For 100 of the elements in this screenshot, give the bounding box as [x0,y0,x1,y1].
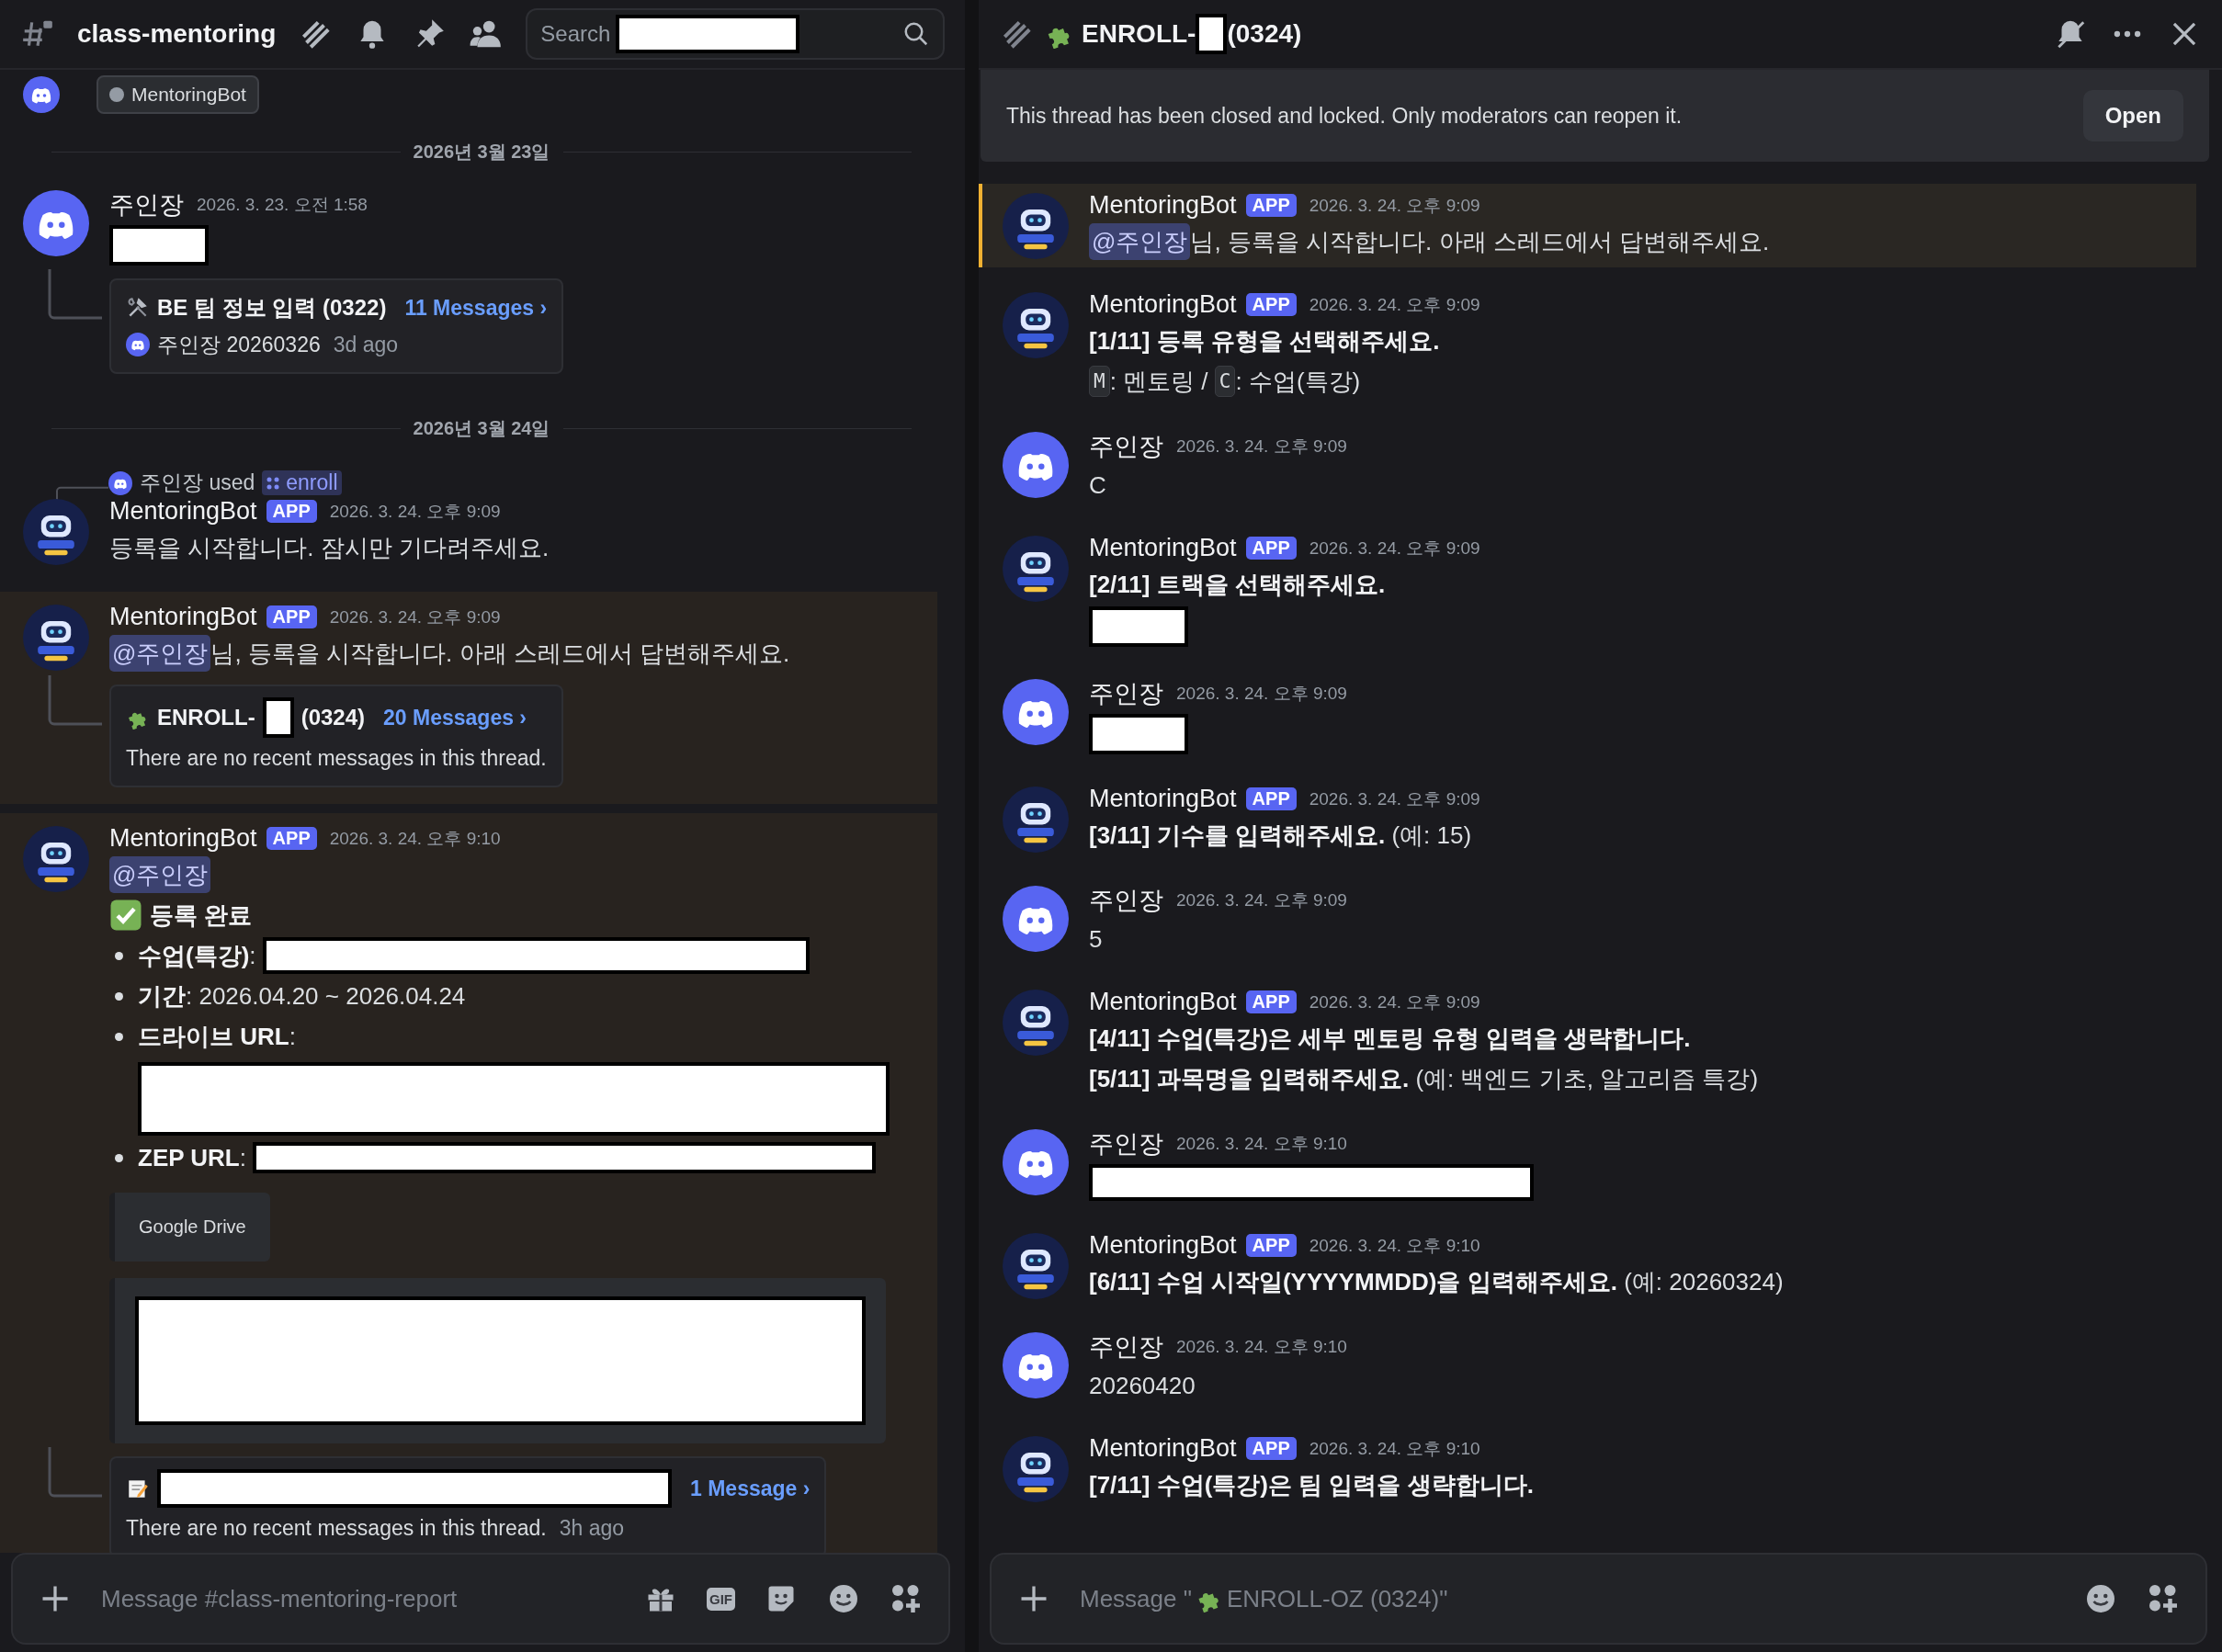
check-icon [109,899,142,932]
channel-name: class-mentoring [77,19,277,49]
message-text: [7/11] 수업(특강)은 팀 입력을 생략합니다. [1089,1470,1534,1500]
app-tag: APP [1245,990,1297,1013]
app-tag: APP [1245,537,1297,560]
redacted-block [1196,14,1228,54]
user-avatar [108,470,132,495]
robot-avatar-icon [23,826,89,892]
thread-preview: 주인장 20260326 [157,332,321,358]
apps-icon [266,475,281,491]
app-tag: APP [1245,787,1297,810]
timestamp: 2026. 3. 24. 오후 9:10 [1176,1133,1347,1155]
author-name[interactable]: 주인장 [109,188,184,221]
user-avatar [1003,886,1069,952]
app-tag: APP [1245,1437,1297,1460]
bullet-dot [115,992,123,1001]
message-text: 등록 완료 [150,900,253,931]
app-tag: APP [1245,194,1297,217]
thread-link[interactable]: 20 Messages › [383,701,527,734]
robot-avatar-icon [1003,1233,1069,1299]
thread-card[interactable]: BE 팀 정보 입력 (0322) 11 Messages › 주인장 20260326 3d ago [109,278,564,374]
user-mention[interactable]: @주인장 [1089,223,1191,260]
thread-link[interactable]: 11 Messages › [404,291,548,324]
timestamp: 2026. 3. 24. 오후 9:09 [1309,787,1480,810]
thread-card[interactable]: ENROLL- (0324) 20 Messages › There are no recent messages in this thread. [109,685,563,787]
message-field[interactable]: Message " ENROLL-OZ (0324)" [990,1553,2207,1645]
bullet-dot [115,952,123,960]
emoji-icon[interactable] [2084,1582,2117,1615]
robot-avatar-icon [1003,536,1069,602]
emoji-icon[interactable] [827,1582,860,1615]
inline-code: M [1089,366,1110,397]
author-name[interactable]: MentoringBot [1089,191,1237,220]
thread-age: 3d ago [333,332,399,358]
author-name[interactable]: MentoringBot [109,497,257,526]
timestamp: 2026. 3. 24. 오후 9:10 [1176,1336,1347,1358]
thread-age: 3h ago [559,1515,625,1542]
bot-chip[interactable]: MentoringBot [96,75,259,114]
timestamp: 2026. 3. 24. 오후 9:09 [1309,194,1480,217]
search-field[interactable]: Search [526,8,945,60]
robot-avatar-icon [1003,990,1069,1056]
message-text: 드라이브 URL [138,1022,289,1052]
thread-card[interactable]: 1 Message › There are no recent messages in this thread. 3h ago [109,1456,827,1553]
timestamp: 2026. 3. 24. 오후 9:09 [329,500,501,523]
user-avatar [126,333,150,356]
message-text: 기간 [138,981,186,1012]
user-avatar [1003,432,1069,498]
user-mention[interactable]: @주인장 [109,635,211,672]
app-tag: APP [266,827,317,850]
thread-connector [47,675,102,727]
user-avatar [1003,1129,1069,1195]
command-link[interactable]: enroll [262,470,342,495]
message-text: 님, 등록을 시작합니다. 아래 스레드에서 답변해주세요. [210,639,790,669]
thread-connector [47,1447,102,1499]
message-text: Google Drive [139,1216,246,1238]
placeholder-text: ENROLL-OZ (0324)" [1226,1584,1448,1613]
robot-avatar-icon [23,499,89,565]
message-text: : 멘토링 / [1109,367,1209,397]
app-tag: APP [266,605,317,628]
author-name[interactable]: MentoringBot [1089,785,1237,813]
message-text: BE 팀 정보 입력 (0322) [157,294,387,322]
thread-title: ENROLL- [1082,19,1196,49]
author-name[interactable]: 주인장 [1089,1330,1163,1363]
author-name[interactable]: 주인장 [1089,677,1163,710]
open-button[interactable]: Open [2082,90,2183,141]
author-name[interactable]: MentoringBot [1089,1231,1237,1260]
author-name[interactable]: MentoringBot [109,603,257,631]
robot-avatar-icon [1003,193,1069,259]
message-text: 20260420 [1089,1371,1196,1401]
author-name[interactable]: 주인장 [1089,430,1163,463]
message-text: C [1089,470,1106,501]
user-mention[interactable]: @주인장 [109,856,211,893]
robot-avatar-icon [1003,292,1069,358]
message-text: [4/11] 수업(특강)은 세부 멘토링 유형 입력을 생략합니다. [1089,1024,1691,1054]
thread-link[interactable]: 1 Message › [690,1472,811,1505]
timestamp: 2026. 3. 24. 오후 9:09 [1309,293,1480,316]
author-name[interactable]: MentoringBot [1089,534,1237,562]
author-name[interactable]: 주인장 [1089,884,1163,917]
date-divider: 2026년 3월 23일 [413,141,550,164]
placeholder-text: Message " [1080,1584,1192,1613]
gif-button[interactable]: GIF [707,1587,735,1611]
author-name[interactable]: MentoringBot [1089,290,1237,319]
message-text: : [289,1022,296,1052]
timestamp: 2026. 3. 24. 오후 9:09 [1309,537,1480,560]
author-name[interactable]: 주인장 [1089,1127,1163,1160]
author-name[interactable]: MentoringBot [109,824,257,853]
message-field[interactable]: Message #class-mentoring-report GIF [11,1553,950,1645]
timestamp: 2026. 3. 24. 오후 9:09 [1176,889,1347,911]
message-text: [2/11] 트랙을 선택해주세요. [1089,570,1386,600]
robot-avatar-icon [1003,1436,1069,1502]
thread-connector [47,269,102,321]
app-tag: APP [1245,293,1297,316]
author-name[interactable]: MentoringBot [1089,988,1237,1016]
apps-icon[interactable] [2147,1582,2180,1615]
message-text: : 2026.04.20 ~ 2026.04.24 [186,981,466,1012]
reply-user: 주인장 used [140,470,255,496]
message-text: (예: 백엔드 기초, 알고리즘 특강) [1414,1064,1759,1094]
user-avatar [23,190,89,256]
message-text: : [239,1143,247,1173]
author-name[interactable]: MentoringBot [1089,1434,1237,1463]
apps-icon[interactable] [890,1582,923,1615]
